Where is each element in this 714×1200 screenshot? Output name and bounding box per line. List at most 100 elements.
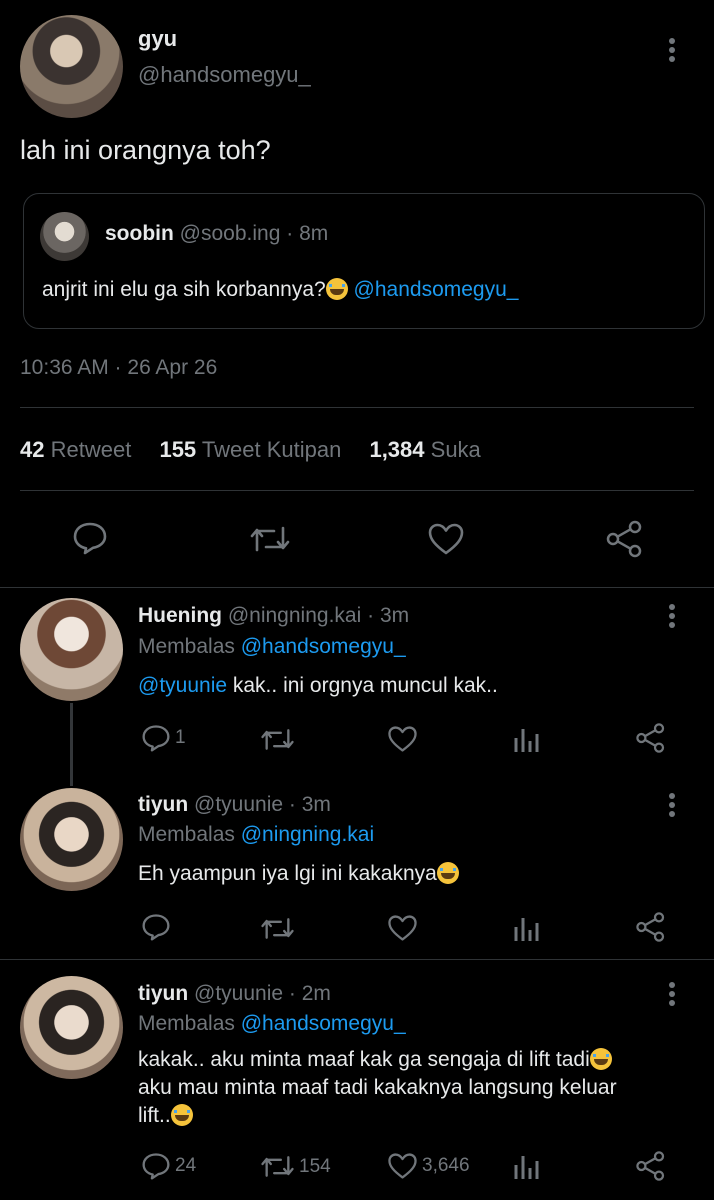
heart-icon[interactable]	[427, 522, 465, 556]
crying-face-emoji	[325, 278, 348, 300]
retweet-icon	[261, 918, 294, 939]
reply-author-name[interactable]: tiyun	[138, 793, 188, 816]
reply-text-line: kakak.. aku minta maaf kak ga sengaja di…	[138, 1046, 617, 1074]
reply-button[interactable]	[141, 913, 171, 941]
replying-to: Membalas @handsomegyu_	[138, 635, 406, 659]
reply-header: tiyun @tyuunie · 2m	[138, 982, 331, 1006]
quoted-tweet-header: soobin @soob.ing · 8m	[105, 222, 328, 246]
retweet-button[interactable]	[260, 726, 295, 753]
like-count: 3,646	[422, 1155, 470, 1176]
replying-to-link[interactable]: @handsomegyu_	[241, 635, 406, 658]
like-button[interactable]	[387, 725, 418, 753]
divider	[20, 407, 694, 408]
retweet-icon	[261, 1156, 294, 1177]
reply-text: Eh yaampun iya lgi ini kakaknya	[138, 862, 437, 885]
retweet-button[interactable]: 154	[260, 1153, 331, 1180]
separator: ·	[288, 982, 296, 1005]
retweet-button[interactable]	[260, 915, 295, 942]
divider	[0, 587, 714, 588]
reply-button[interactable]: 24	[141, 1152, 196, 1180]
author-name[interactable]: gyu	[138, 26, 177, 52]
reply-count: 1	[175, 727, 186, 748]
reply-time: 3m	[379, 604, 410, 627]
heart-icon	[388, 915, 417, 941]
reply-text-row: @tyuunie kak.. ini orgnya muncul kak..	[138, 672, 498, 700]
crying-face-emoji	[589, 1048, 612, 1070]
quoted-tweet-text: anjrit ini elu ga sih korbannya?	[42, 278, 326, 301]
retweet-icon[interactable]	[249, 523, 291, 555]
reply-icon[interactable]	[72, 521, 108, 555]
share-icon[interactable]	[635, 911, 667, 943]
analytics-icon[interactable]	[513, 914, 539, 942]
reply-author-handle[interactable]: @tyuunie	[194, 793, 283, 816]
tweet-timestamp[interactable]: 10:36 AM · 26 Apr 26	[20, 356, 217, 380]
reply-count: 24	[175, 1155, 197, 1176]
reply-author-handle[interactable]: @ningning.kai	[228, 604, 361, 627]
like-count[interactable]: 1,384	[369, 437, 424, 462]
reply-text-line: aku mau minta maaf tadi kakaknya langsun…	[138, 1076, 617, 1099]
author-avatar[interactable]	[20, 15, 123, 118]
replying-to: Membalas @ningning.kai	[138, 823, 374, 847]
analytics-icon[interactable]	[513, 725, 539, 753]
divider	[20, 490, 694, 491]
analytics-icon[interactable]	[513, 1152, 539, 1180]
quoted-mention-link[interactable]: @handsomegyu_	[354, 278, 519, 301]
like-button[interactable]	[387, 914, 418, 942]
heart-icon	[388, 1153, 417, 1179]
replying-to-link[interactable]: @ningning.kai	[241, 823, 374, 846]
reply-text-block: kakak.. aku minta maaf kak ga sengaja di…	[138, 1046, 617, 1130]
reply-icon	[142, 914, 170, 941]
reply-avatar[interactable]	[20, 788, 123, 891]
reply-button[interactable]: 1	[141, 724, 186, 752]
reply-avatar[interactable]	[20, 598, 123, 701]
quoted-tweet-text-row: anjrit ini elu ga sih korbannya? @handso…	[42, 278, 518, 302]
separator: ·	[286, 222, 294, 245]
like-label[interactable]: Suka	[431, 437, 481, 462]
replying-to: Membalas @handsomegyu_	[138, 1012, 406, 1036]
quoted-tweet-time: 8m	[299, 222, 329, 245]
divider	[0, 959, 714, 960]
crying-face-emoji	[170, 1104, 193, 1126]
quoted-tweet[interactable]	[23, 193, 705, 329]
author-handle[interactable]: @handsomegyu_	[138, 62, 311, 88]
reply-header: tiyun @tyuunie · 3m	[138, 793, 331, 817]
crying-face-emoji	[436, 862, 459, 884]
reply-author-name[interactable]: tiyun	[138, 982, 188, 1005]
share-icon[interactable]	[635, 1150, 667, 1182]
reply-avatar[interactable]	[20, 976, 123, 1079]
heart-icon	[388, 726, 417, 752]
reply-time: 2m	[301, 982, 331, 1005]
reply-text: lift..	[138, 1104, 171, 1127]
reply-mention-link[interactable]: @tyuunie	[138, 674, 227, 697]
reply-text-row: Eh yaampun iya lgi ini kakaknya	[138, 860, 459, 888]
more-icon[interactable]	[669, 38, 675, 65]
separator: ·	[288, 793, 296, 816]
reply-time: 3m	[301, 793, 331, 816]
reply-text: kak.. ini orgnya muncul kak..	[227, 674, 498, 697]
like-button[interactable]: 3,646	[387, 1152, 470, 1180]
retweet-count: 154	[299, 1155, 331, 1177]
quoted-author-handle: @soob.ing	[179, 222, 281, 245]
retweet-count[interactable]: 42	[20, 437, 44, 462]
quoted-author-name: soobin	[105, 222, 174, 245]
replying-label: Membalas	[138, 635, 235, 658]
reply-author-name[interactable]: Huening	[138, 604, 222, 627]
replying-to-link[interactable]: @handsomegyu_	[241, 1012, 406, 1035]
quoted-author-avatar	[40, 212, 89, 261]
quote-label[interactable]: Tweet Kutipan	[202, 437, 341, 462]
more-icon[interactable]	[669, 604, 675, 631]
reply-text-line: lift..	[138, 1102, 617, 1130]
share-icon[interactable]	[605, 519, 645, 559]
reply-icon	[142, 1153, 170, 1180]
thread-line	[70, 703, 73, 786]
reply-author-handle[interactable]: @tyuunie	[194, 982, 283, 1005]
more-icon[interactable]	[669, 982, 675, 1009]
retweet-label[interactable]: Retweet	[51, 437, 132, 462]
reply-text: kakak.. aku minta maaf kak ga sengaja di…	[138, 1048, 590, 1071]
retweet-icon	[261, 729, 294, 750]
tweet-text: lah ini orangnya toh?	[20, 135, 271, 165]
more-icon[interactable]	[669, 793, 675, 820]
share-icon[interactable]	[635, 722, 667, 754]
separator: ·	[367, 604, 375, 627]
quote-count[interactable]: 155	[159, 437, 196, 462]
